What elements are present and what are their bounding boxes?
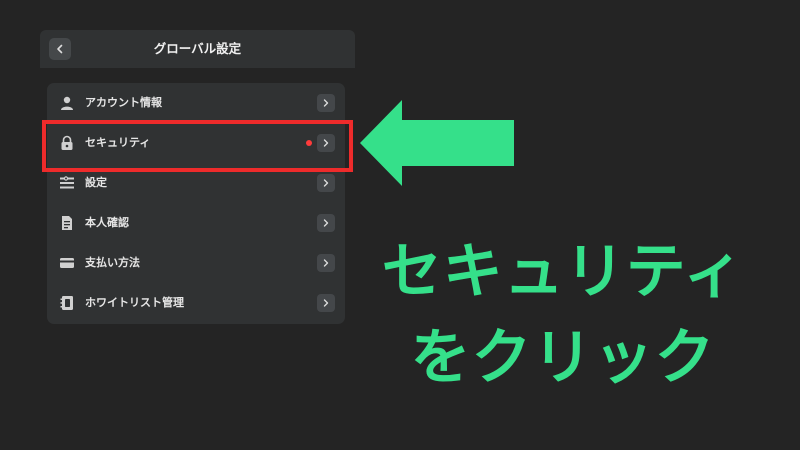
menu-item-label: セキュリティ <box>85 136 151 149</box>
address-book-icon <box>60 296 73 310</box>
instruction-text-line1: セキュリティ <box>381 237 745 307</box>
menu-item-label: ホワイトリスト管理 <box>85 296 184 309</box>
page-title: グローバル設定 <box>153 41 242 56</box>
chevron-right-icon <box>317 294 335 312</box>
menu-item-account-info[interactable]: アカウント情報 <box>47 83 345 123</box>
menu-item-security[interactable]: セキュリティ <box>47 123 345 163</box>
menu-item-whitelist-management[interactable]: ホワイトリスト管理 <box>47 283 345 323</box>
chevron-left-icon <box>57 44 63 54</box>
chevron-right-icon <box>317 94 335 112</box>
user-icon <box>61 96 73 110</box>
menu-item-settings[interactable]: 設定 <box>47 163 345 203</box>
chevron-right-icon <box>317 134 335 152</box>
instruction-text-line2: をクリック <box>410 323 716 393</box>
chevron-right-icon <box>317 254 335 272</box>
credit-card-icon <box>60 258 74 268</box>
back-button[interactable] <box>49 38 71 60</box>
arrow-left-icon <box>360 100 514 186</box>
id-document-icon <box>62 216 72 230</box>
menu-item-label: アカウント情報 <box>85 96 162 109</box>
menu-item-payment-methods[interactable]: 支払い方法 <box>47 243 345 283</box>
menu-item-label: 本人確認 <box>85 216 129 229</box>
settings-menu: アカウント情報 セキュリティ 設定 本人確認 支払い方法 ホワイトリスト管理 <box>47 83 345 324</box>
lock-icon <box>61 135 73 150</box>
chevron-right-icon <box>317 214 335 232</box>
menu-item-label: 設定 <box>85 176 107 189</box>
header-bar: グローバル設定 <box>40 30 355 68</box>
settings-icon <box>60 176 74 189</box>
menu-item-identity-verification[interactable]: 本人確認 <box>47 203 345 243</box>
chevron-right-icon <box>317 174 335 192</box>
menu-item-label: 支払い方法 <box>85 256 140 269</box>
notification-dot <box>306 140 312 146</box>
